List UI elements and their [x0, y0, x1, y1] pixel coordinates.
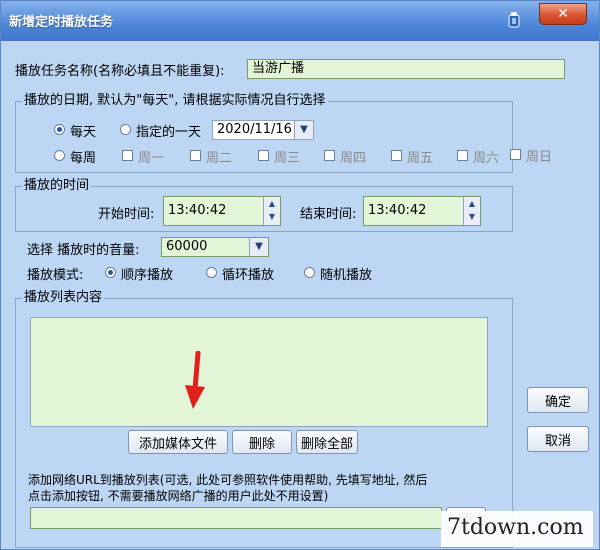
- task-name-input[interactable]: 当游广播: [247, 59, 565, 79]
- add-media-button[interactable]: 添加媒体文件: [128, 430, 228, 454]
- window-title: 新增定时播放任务: [9, 15, 114, 30]
- start-time-value: 13:40:42: [168, 203, 227, 218]
- weekday-label-tue: 周二: [206, 151, 233, 166]
- task-name-value: 当游广播: [252, 61, 305, 76]
- ok-button[interactable]: 确定: [527, 387, 589, 413]
- weekday-label-fri: 周五: [407, 151, 434, 166]
- close-button[interactable]: ✕: [539, 3, 587, 25]
- cancel-button[interactable]: 取消: [527, 426, 589, 452]
- date-group: 播放的日期, 默认为"每天", 请根据实际情况自行选择 每天 指定的一天 202…: [15, 93, 513, 173]
- playlist-group: 播放列表内容 添加媒体文件 删除 删除全部 添加网络URL到播放列表(可选, 此…: [15, 290, 513, 548]
- date-group-title: 播放的日期, 默认为"每天", 请根据实际情况自行选择: [22, 93, 328, 109]
- weekday-checkbox-tue[interactable]: [190, 150, 201, 161]
- date-value: 2020/11/16: [217, 122, 292, 137]
- url-input[interactable]: [30, 507, 442, 529]
- weekly-radio[interactable]: [54, 150, 65, 161]
- end-time-spinner[interactable]: ▲ ▼: [463, 197, 480, 225]
- url-hint-line2: 点击添加按钮, 不需要播放网络广播的用户此处不用设置): [28, 489, 329, 503]
- mode-label-loop: 循环播放: [222, 268, 275, 283]
- close-icon: ✕: [557, 6, 569, 22]
- mode-label: 播放模式:: [27, 268, 84, 283]
- mode-radio-sequential[interactable]: [105, 267, 116, 278]
- delete-button[interactable]: 删除: [232, 430, 292, 454]
- specific-day-label: 指定的一天: [136, 125, 202, 140]
- start-time-label: 开始时间:: [98, 207, 155, 222]
- volume-value: 60000: [166, 239, 208, 254]
- spin-down-icon[interactable]: ▼: [264, 212, 280, 222]
- specific-day-radio[interactable]: [120, 124, 131, 135]
- start-time-input[interactable]: 13:40:42 ▲ ▼: [163, 196, 281, 226]
- url-hint-line1: 添加网络URL到播放列表(可选, 此处可参照软件使用帮助, 先填写地址, 然后: [28, 473, 428, 487]
- weekday-label-sat: 周六: [473, 151, 500, 166]
- weekday-checkbox-sun[interactable]: [510, 149, 521, 160]
- weekday-checkbox-thu[interactable]: [324, 150, 335, 161]
- mode-label-random: 随机播放: [320, 268, 373, 283]
- end-time-label: 结束时间:: [300, 207, 357, 222]
- task-name-label: 播放任务名称(名称必填且不能重复):: [15, 64, 225, 79]
- volume-dropdown-button[interactable]: ▼: [249, 238, 268, 256]
- mode-radio-loop[interactable]: [206, 267, 217, 278]
- dialog-window: 新增定时播放任务 ✕ 播放任务名称(名称必填且不能重复): 当游广播 播放的日期…: [0, 0, 600, 550]
- weekday-checkbox-fri[interactable]: [391, 150, 402, 161]
- weekday-checkbox-mon[interactable]: [122, 150, 133, 161]
- date-picker[interactable]: 2020/11/16 ▼: [212, 120, 314, 140]
- chevron-down-icon: ▼: [255, 241, 263, 252]
- delete-all-button[interactable]: 删除全部: [296, 430, 358, 454]
- weekly-label: 每周: [70, 151, 97, 166]
- daily-label: 每天: [70, 125, 97, 140]
- dialog-client-area: 播放任务名称(名称必填且不能重复): 当游广播 播放的日期, 默认为"每天", …: [1, 41, 599, 549]
- chevron-down-icon: ▼: [300, 124, 308, 135]
- playlist-listbox[interactable]: [30, 317, 488, 427]
- arrow-down-icon: [185, 351, 205, 409]
- daily-radio[interactable]: [54, 124, 65, 135]
- weekday-label-wed: 周三: [274, 151, 301, 166]
- mode-label-sequential: 顺序播放: [121, 268, 174, 283]
- spin-up-icon[interactable]: ▲: [264, 199, 280, 209]
- mode-radio-random[interactable]: [304, 267, 315, 278]
- end-time-value: 13:40:42: [368, 203, 427, 218]
- date-dropdown-button[interactable]: ▼: [294, 121, 313, 139]
- weekday-label-thu: 周四: [340, 151, 367, 166]
- end-time-input[interactable]: 13:40:42 ▲ ▼: [363, 196, 481, 226]
- time-group: 播放的时间 开始时间: 13:40:42 ▲ ▼ 结束时间: 13:40:42 …: [15, 178, 513, 232]
- start-time-spinner[interactable]: ▲ ▼: [263, 197, 280, 225]
- app-icon: [508, 12, 520, 28]
- spin-up-icon[interactable]: ▲: [464, 199, 480, 209]
- weekday-checkbox-sat[interactable]: [457, 150, 468, 161]
- watermark-backdrop: 7tdown.com: [441, 511, 593, 547]
- weekday-label-mon: 周一: [138, 151, 165, 166]
- time-group-title: 播放的时间: [22, 178, 92, 194]
- weekday-label-sun: 周日: [526, 150, 553, 165]
- title-bar[interactable]: 新增定时播放任务 ✕: [1, 1, 599, 41]
- volume-select[interactable]: 60000 ▼: [161, 237, 269, 257]
- volume-label: 选择 播放时的音量:: [27, 243, 140, 258]
- playlist-group-title: 播放列表内容: [22, 290, 105, 306]
- weekday-checkbox-wed[interactable]: [258, 150, 269, 161]
- spin-down-icon[interactable]: ▼: [464, 212, 480, 222]
- watermark: 7tdown.com: [447, 515, 584, 540]
